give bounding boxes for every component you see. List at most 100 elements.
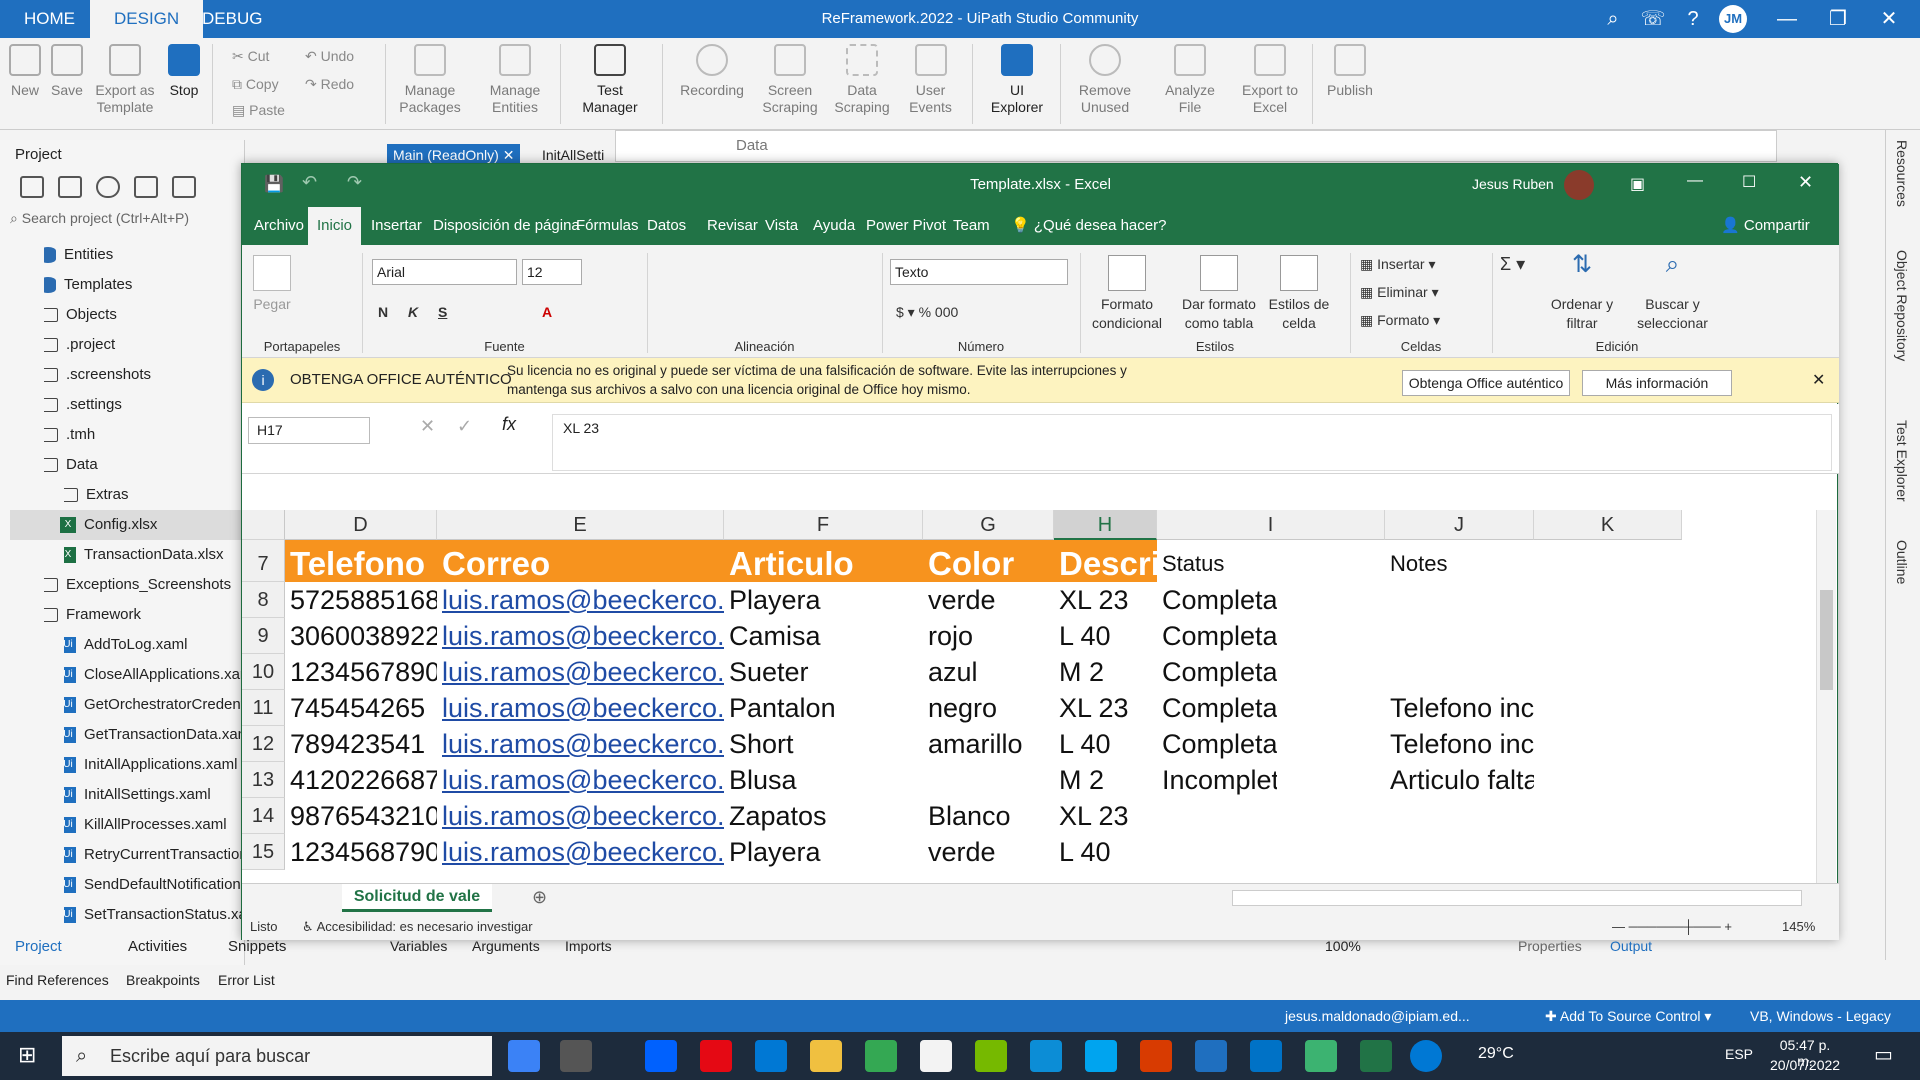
name-box[interactable]: H17 (248, 417, 370, 444)
avatar[interactable] (1564, 170, 1594, 200)
paste-button[interactable]: ▤ Paste (232, 102, 285, 119)
new-button[interactable]: New (8, 44, 42, 99)
table-cell[interactable]: M 2 (1054, 654, 1157, 690)
screen-scraping-button[interactable]: Screen Scraping (755, 44, 825, 116)
format-cells-button[interactable]: ▦ Formato ▾ (1360, 311, 1440, 330)
table-cell[interactable] (1534, 726, 1682, 762)
weather-temp[interactable]: 29°C (1478, 1045, 1514, 1063)
designer-zoom[interactable]: 100% (1325, 938, 1361, 954)
assistant-icon[interactable] (1305, 1040, 1337, 1072)
currency-button[interactable]: $ ▾ % 000 (896, 303, 958, 322)
header-cell[interactable]: Descripción (1054, 540, 1157, 582)
user-account[interactable]: jesus.maldonado@ipiam.ed... (1285, 1000, 1470, 1032)
row-header[interactable]: 7 (242, 540, 285, 582)
table-cell[interactable]: azul (923, 654, 1054, 690)
header-cell[interactable]: Correo (437, 540, 724, 582)
activities-tab[interactable]: Activities (128, 938, 187, 955)
close-icon[interactable]: ✕ (1812, 370, 1825, 390)
tree-item[interactable]: Ui GetOrchestratorCredential.xaml (64, 690, 244, 720)
mail-icon[interactable] (755, 1040, 787, 1072)
excel-icon[interactable] (1360, 1040, 1392, 1072)
tree-item[interactable]: X TransactionData.xlsx (64, 540, 244, 570)
test-explorer-tab[interactable]: Test Explorer (1894, 420, 1910, 502)
help-icon[interactable] (1410, 1040, 1442, 1072)
table-cell[interactable]: M 2 (1054, 762, 1157, 798)
table-cell[interactable] (1385, 834, 1534, 870)
column-header[interactable]: F (724, 510, 923, 540)
table-cell[interactable] (923, 762, 1054, 798)
table-cell[interactable] (1534, 798, 1682, 834)
test-manager-button[interactable]: Test Manager (570, 44, 650, 116)
store-icon[interactable] (920, 1040, 952, 1072)
table-cell[interactable] (1534, 654, 1682, 690)
notification-icon[interactable]: ▭ (1874, 1042, 1893, 1067)
table-cell[interactable]: luis.ramos@beeckerco.com (437, 582, 724, 618)
recording-button[interactable]: Recording (672, 44, 752, 99)
tree-item[interactable]: Ui InitAllSettings.xaml (64, 780, 244, 810)
save-button[interactable]: Save (48, 44, 86, 99)
get-office-button[interactable]: Obtenga Office auténtico (1402, 370, 1570, 396)
table-cell[interactable] (1534, 690, 1682, 726)
column-header[interactable]: H (1054, 510, 1157, 540)
table-cell[interactable]: Telefono incorrecto (1385, 726, 1534, 762)
column-header[interactable]: K (1534, 510, 1682, 540)
formula-input[interactable]: XL 23 (552, 414, 1832, 471)
breakpoints-tab[interactable]: Breakpoints (126, 972, 200, 988)
table-cell[interactable]: XL 23 (1054, 798, 1157, 834)
more-info-button[interactable]: Más información (1582, 370, 1732, 396)
close-icon[interactable]: ✕ (1798, 172, 1813, 193)
cell-styles-button[interactable]: Estilos de celda (1264, 255, 1334, 333)
add-sheet-icon[interactable]: ⊕ (532, 887, 547, 908)
table-cell[interactable]: 5725885168 (285, 582, 437, 618)
taskview-icon[interactable] (508, 1040, 540, 1072)
table-cell[interactable]: Blusa (724, 762, 923, 798)
table-cell[interactable]: XL 23 (1054, 690, 1157, 726)
table-cell[interactable]: Blanco (923, 798, 1054, 834)
row-header[interactable]: 8 (242, 582, 285, 618)
column-header[interactable]: D (285, 510, 437, 540)
table-cell[interactable]: Completado (1157, 582, 1277, 618)
font-name-select[interactable]: Arial (372, 259, 517, 285)
source-control-button[interactable]: ✚ Add To Source Control ▾ (1545, 1000, 1711, 1032)
delete-cells-button[interactable]: ▦ Eliminar ▾ (1360, 283, 1439, 302)
menu-vista[interactable]: Vista (756, 207, 807, 245)
project-tab[interactable]: Project (15, 938, 62, 955)
table-cell[interactable] (1157, 798, 1277, 834)
header-cell[interactable]: Articulo (724, 540, 923, 582)
variables-tab[interactable]: Variables (390, 938, 447, 954)
header-cell[interactable]: Telefono (285, 540, 437, 582)
table-cell[interactable] (1385, 618, 1534, 654)
table-cell[interactable]: Completado (1157, 618, 1277, 654)
search-icon[interactable]: ⌕ (1598, 4, 1628, 34)
table-cell[interactable]: 1234567890 (285, 654, 437, 690)
table-cell[interactable]: luis.ramos@beeckerco.com (437, 834, 724, 870)
menu-inicio[interactable]: Inicio (308, 207, 362, 245)
menu-power-pivot[interactable]: Power Pivot (857, 207, 955, 245)
row-header[interactable]: 15 (242, 834, 285, 870)
ui-explorer-button[interactable]: UI Explorer (982, 44, 1052, 116)
collapse-all-icon[interactable] (58, 176, 82, 198)
table-cell[interactable]: luis.ramos@beeckerco.com (437, 690, 724, 726)
table-cell[interactable]: 3060038922 (285, 618, 437, 654)
vertical-scrollbar[interactable] (1816, 510, 1836, 883)
error-list-tab[interactable]: Error List (218, 972, 275, 988)
table-cell[interactable]: Completado (1157, 654, 1277, 690)
row-header[interactable]: 11 (242, 690, 285, 726)
maximize-icon[interactable]: ☐ (1742, 172, 1756, 192)
table-cell[interactable] (1534, 582, 1682, 618)
table-cell[interactable] (1385, 654, 1534, 690)
office-icon[interactable] (1140, 1040, 1172, 1072)
insert-cells-button[interactable]: ▦ Insertar ▾ (1360, 255, 1436, 274)
table-cell[interactable]: Zapatos (724, 798, 923, 834)
header-cell[interactable] (1534, 540, 1682, 582)
export-excel-button[interactable]: Export to Excel (1235, 44, 1305, 116)
table-cell[interactable]: Articulo faltante (1385, 762, 1534, 798)
table-cell[interactable]: L 40 (1054, 618, 1157, 654)
table-cell[interactable]: Playera (724, 834, 923, 870)
feedback-icon[interactable]: ☏ (1638, 4, 1668, 34)
dropbox-icon[interactable] (645, 1040, 677, 1072)
sheet-tab[interactable]: Solicitud de vale (342, 884, 492, 912)
table-cell[interactable]: Pantalon (724, 690, 923, 726)
find-select-button[interactable]: ⌕ Buscar y seleccionar (1625, 253, 1720, 333)
column-header[interactable]: E (437, 510, 724, 540)
